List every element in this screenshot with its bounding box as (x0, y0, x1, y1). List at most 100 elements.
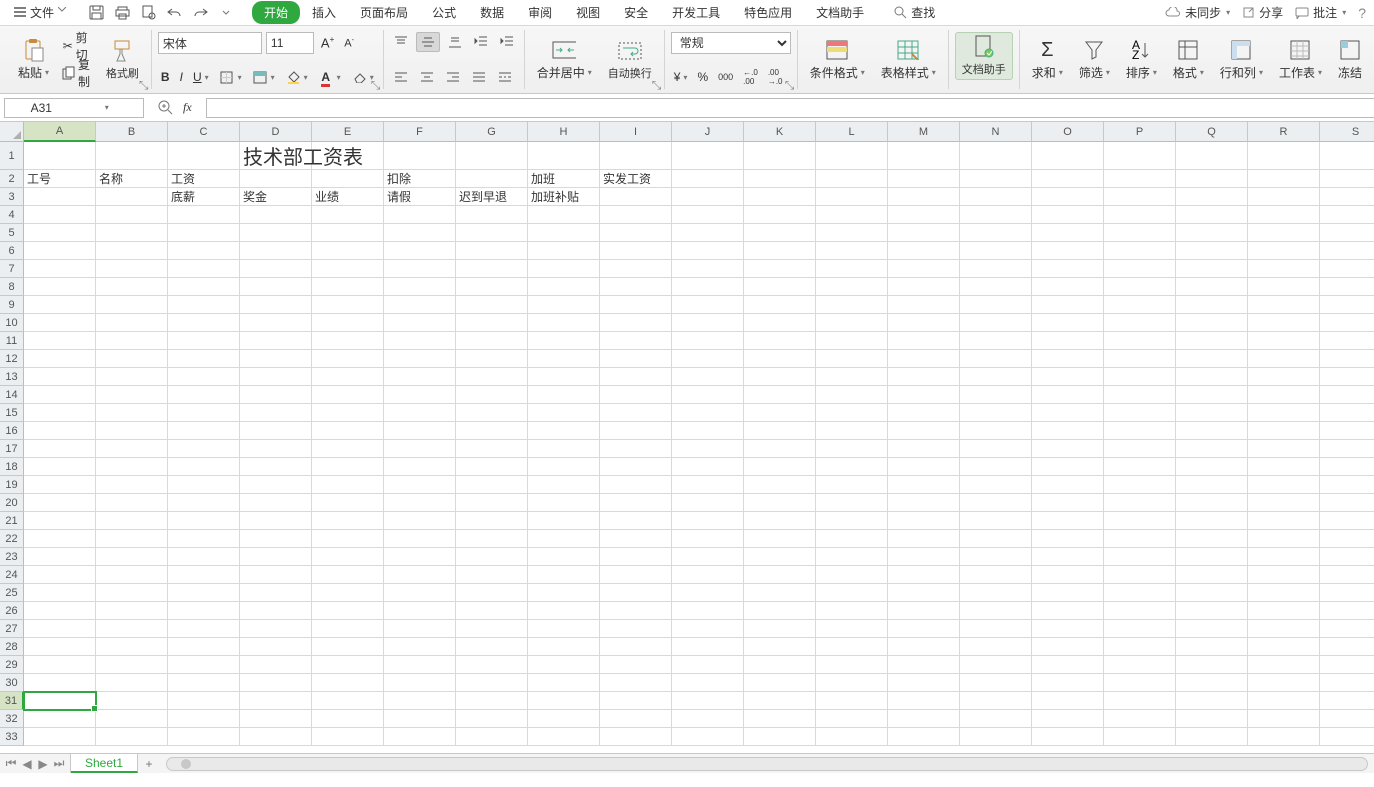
cell-R7[interactable] (1248, 260, 1320, 278)
cell-C27[interactable] (168, 620, 240, 638)
cell-C28[interactable] (168, 638, 240, 656)
sheet-nav-next[interactable]: ▶ (36, 757, 50, 771)
cell-Q15[interactable] (1176, 404, 1248, 422)
cell-G28[interactable] (456, 638, 528, 656)
cell-J19[interactable] (672, 476, 744, 494)
cell-O23[interactable] (1032, 548, 1104, 566)
cell-A27[interactable] (24, 620, 96, 638)
cell-H27[interactable] (528, 620, 600, 638)
sync-button[interactable]: 未同步▾ (1165, 4, 1230, 21)
cell-J24[interactable] (672, 566, 744, 584)
font-launcher[interactable]: ⤡ (371, 78, 381, 88)
cell-J12[interactable] (672, 350, 744, 368)
cell-J7[interactable] (672, 260, 744, 278)
cell-A23[interactable] (24, 548, 96, 566)
cell-Q3[interactable] (1176, 188, 1248, 206)
cell-R33[interactable] (1248, 728, 1320, 746)
cell-I27[interactable] (600, 620, 672, 638)
cell-Q24[interactable] (1176, 566, 1248, 584)
increase-decimal-button[interactable]: ←.0.00 (740, 67, 761, 87)
help-button[interactable]: ? (1358, 5, 1366, 21)
cell-N8[interactable] (960, 278, 1032, 296)
cell-E14[interactable] (312, 386, 384, 404)
cell-M21[interactable] (888, 512, 960, 530)
align-launcher[interactable]: ⤡ (652, 78, 662, 88)
cell-H33[interactable] (528, 728, 600, 746)
align-top-button[interactable] (390, 32, 412, 52)
cell-L2[interactable] (816, 170, 888, 188)
cell-N32[interactable] (960, 710, 1032, 728)
cell-G30[interactable] (456, 674, 528, 692)
cell-K26[interactable] (744, 602, 816, 620)
cell-C10[interactable] (168, 314, 240, 332)
cell-G12[interactable] (456, 350, 528, 368)
cell-N24[interactable] (960, 566, 1032, 584)
percent-button[interactable]: % (694, 67, 711, 87)
cell-C25[interactable] (168, 584, 240, 602)
cell-E11[interactable] (312, 332, 384, 350)
cell-G20[interactable] (456, 494, 528, 512)
cell-L30[interactable] (816, 674, 888, 692)
cell-M26[interactable] (888, 602, 960, 620)
cell-O3[interactable] (1032, 188, 1104, 206)
cell-C6[interactable] (168, 242, 240, 260)
font-color-button[interactable]: A▾ (315, 67, 344, 87)
cell-L3[interactable] (816, 188, 888, 206)
cell-Q4[interactable] (1176, 206, 1248, 224)
cell-S2[interactable] (1320, 170, 1374, 188)
cell-A20[interactable] (24, 494, 96, 512)
cell-E33[interactable] (312, 728, 384, 746)
cell-K14[interactable] (744, 386, 816, 404)
cell-K10[interactable] (744, 314, 816, 332)
cell-I31[interactable] (600, 692, 672, 710)
cell-H10[interactable] (528, 314, 600, 332)
cell-G6[interactable] (456, 242, 528, 260)
cell-M16[interactable] (888, 422, 960, 440)
cell-M25[interactable] (888, 584, 960, 602)
cell-J27[interactable] (672, 620, 744, 638)
cell-B2[interactable]: 名称 (96, 170, 168, 188)
cell-Q21[interactable] (1176, 512, 1248, 530)
cell-B10[interactable] (96, 314, 168, 332)
cell-A24[interactable] (24, 566, 96, 584)
cell-S24[interactable] (1320, 566, 1374, 584)
cell-A28[interactable] (24, 638, 96, 656)
cell-R18[interactable] (1248, 458, 1320, 476)
cell-J18[interactable] (672, 458, 744, 476)
cell-H23[interactable] (528, 548, 600, 566)
cell-F3[interactable]: 请假 (384, 188, 456, 206)
cell-S1[interactable] (1320, 142, 1374, 170)
row-header-7[interactable]: 7 (0, 260, 24, 278)
cell-O27[interactable] (1032, 620, 1104, 638)
cell-R13[interactable] (1248, 368, 1320, 386)
cell-B20[interactable] (96, 494, 168, 512)
cell-A19[interactable] (24, 476, 96, 494)
cell-G29[interactable] (456, 656, 528, 674)
cell-C29[interactable] (168, 656, 240, 674)
cell-F31[interactable] (384, 692, 456, 710)
cell-N28[interactable] (960, 638, 1032, 656)
cell-F20[interactable] (384, 494, 456, 512)
increase-font-button[interactable]: A+ (318, 33, 337, 53)
cell-K33[interactable] (744, 728, 816, 746)
cell-G19[interactable] (456, 476, 528, 494)
cell-Q14[interactable] (1176, 386, 1248, 404)
cell-K22[interactable] (744, 530, 816, 548)
row-header-32[interactable]: 32 (0, 710, 24, 728)
cell-S13[interactable] (1320, 368, 1374, 386)
row-header-6[interactable]: 6 (0, 242, 24, 260)
cell-L25[interactable] (816, 584, 888, 602)
cell-L11[interactable] (816, 332, 888, 350)
cell-Q5[interactable] (1176, 224, 1248, 242)
cell-I25[interactable] (600, 584, 672, 602)
align-right-button[interactable] (442, 67, 464, 87)
cell-A6[interactable] (24, 242, 96, 260)
tab-pagelayout[interactable]: 页面布局 (348, 1, 420, 24)
cell-A21[interactable] (24, 512, 96, 530)
cell-E7[interactable] (312, 260, 384, 278)
cell-G23[interactable] (456, 548, 528, 566)
cell-S14[interactable] (1320, 386, 1374, 404)
cell-D29[interactable] (240, 656, 312, 674)
search-box[interactable]: 查找 (894, 4, 935, 21)
row-header-24[interactable]: 24 (0, 566, 24, 584)
